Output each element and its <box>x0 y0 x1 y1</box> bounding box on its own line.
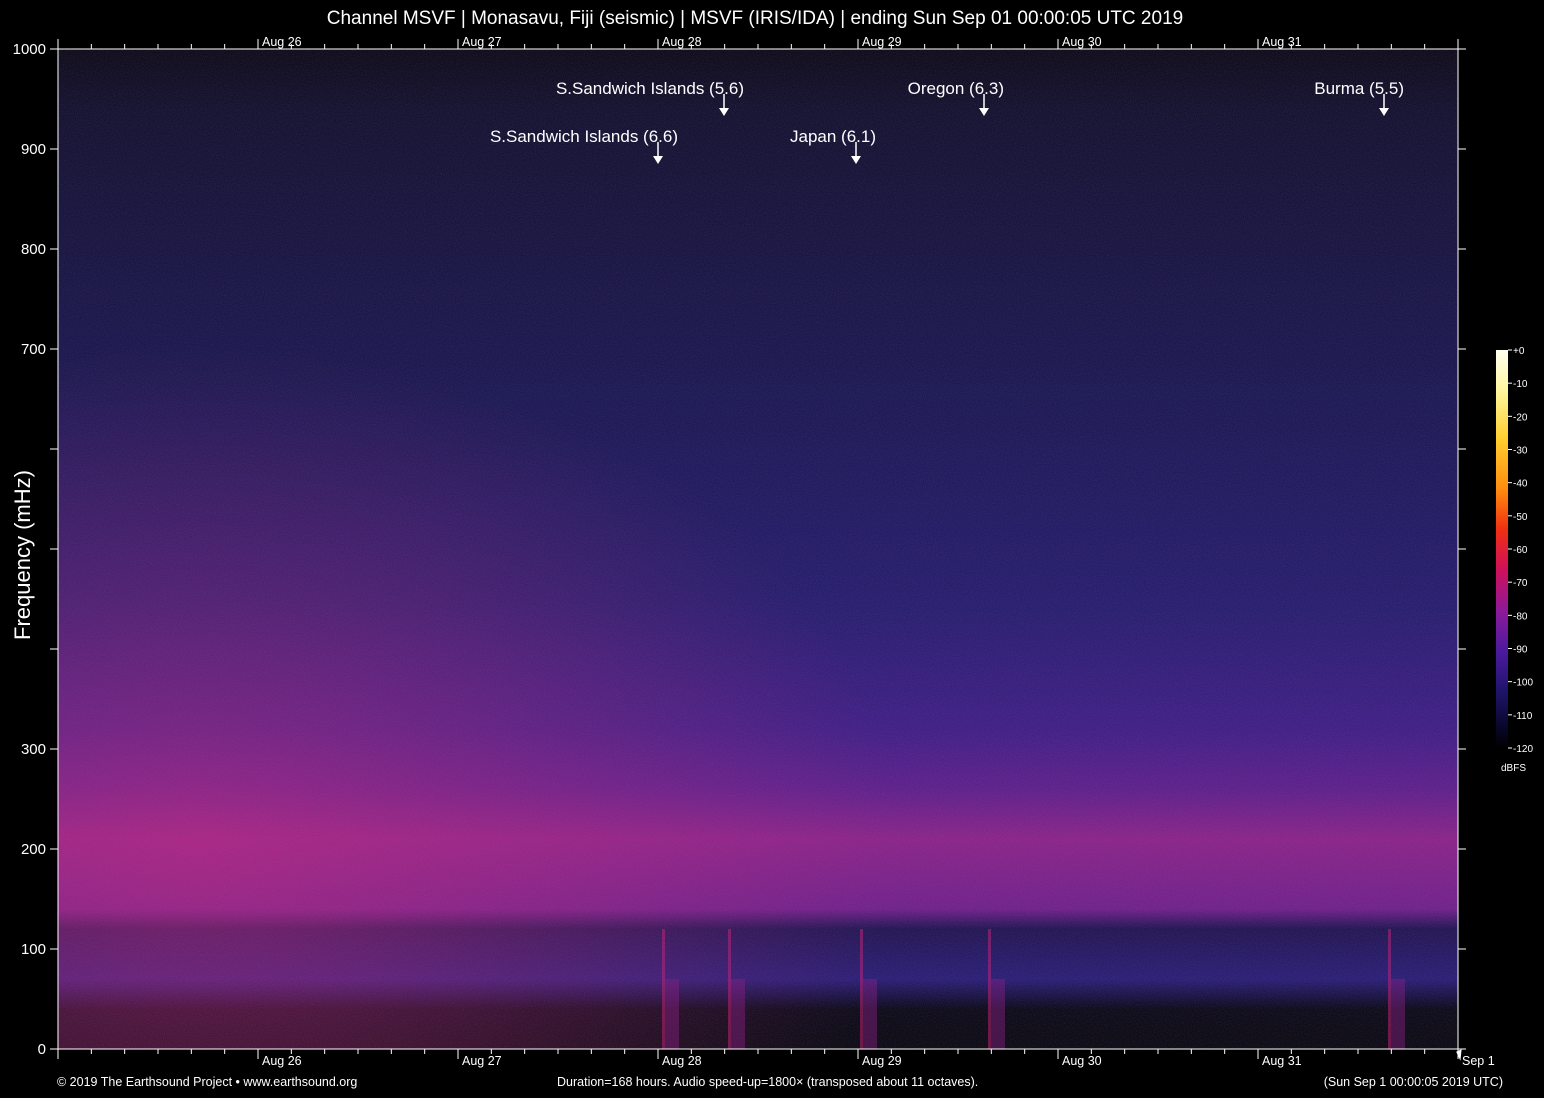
colorbar-tick-label: -60 <box>1513 545 1528 556</box>
x-tick-label-top: Aug 31 <box>1262 35 1302 49</box>
colorbar-tick-label: -50 <box>1513 512 1528 523</box>
colorbar-tick-label: -70 <box>1513 578 1528 589</box>
footer-duration: Duration=168 hours. Audio speed-up=1800×… <box>557 1075 979 1089</box>
colorbar-tick-label: -30 <box>1513 446 1528 457</box>
y-tick-label: 900 <box>21 141 46 158</box>
colorbar-tick-label: -10 <box>1513 379 1528 390</box>
event-streak-tail <box>863 979 877 1049</box>
y-tick-label: 200 <box>21 841 46 858</box>
event-label: Oregon (6.3) <box>908 79 1004 98</box>
event-streak <box>1388 929 1391 1049</box>
x-tick-label-top: Aug 28 <box>662 35 702 49</box>
y-axis-label: Frequency (mHz) <box>10 470 35 640</box>
event-streak <box>988 929 991 1049</box>
x-axis-bottom: Aug 26 Aug 27 Aug 28 Aug 29 Aug 30 Aug 31 Sep … <box>57 1049 1495 1068</box>
x-tick-label-top: Aug 30 <box>1062 35 1102 49</box>
event-streak <box>860 929 863 1049</box>
event-streak <box>662 929 665 1049</box>
colorbar-tick-label: -80 <box>1513 611 1528 622</box>
colorbar-tick-label: -20 <box>1513 412 1528 423</box>
event-streak <box>728 929 731 1049</box>
colorbar-tick-label: -40 <box>1513 479 1528 490</box>
event-streak-tail <box>1391 979 1405 1049</box>
x-tick-label: Aug 29 <box>862 1054 902 1068</box>
colorbar-tick-label: +0 <box>1513 346 1525 357</box>
y-tick-label: 1000 <box>13 41 46 58</box>
colorbar-unit: dBFS <box>1501 763 1526 774</box>
event-streak-tail <box>991 979 1005 1049</box>
footer-timestamp: (Sun Sep 1 00:00:05 2019 UTC) <box>1323 1075 1503 1089</box>
y-tick-label: 100 <box>21 941 46 958</box>
event-streak-tail <box>731 979 745 1049</box>
y-tick-label: 300 <box>21 741 46 758</box>
x-tick-label: Aug 26 <box>262 1054 302 1068</box>
spectrogram-plot <box>58 49 1458 1049</box>
colorbar-tick-label: -100 <box>1513 678 1533 689</box>
colorbar-ticks: +0 -10 -20 -30 -40 -50 -60 -70 -80 -90 -100 -110 -12… <box>1508 346 1533 755</box>
colorbar-tick-label: -90 <box>1513 645 1528 656</box>
y-tick-label: 700 <box>21 341 46 358</box>
x-tick-label: Aug 30 <box>1062 1054 1102 1068</box>
x-tick-label: Sep 1 <box>1462 1054 1495 1068</box>
x-tick-label-top: Aug 29 <box>862 35 902 49</box>
event-label: S.Sandwich Islands (5.6) <box>556 79 744 98</box>
x-tick-label-top: Aug 26 <box>262 35 302 49</box>
x-tick-label-top: Aug 27 <box>462 35 502 49</box>
x-tick-label: Aug 27 <box>462 1054 502 1068</box>
colorbar-tick-label: -110 <box>1513 711 1533 722</box>
footer-copyright: © 2019 The Earthsound Project • www.eart… <box>57 1075 358 1089</box>
x-axis-top: Aug 26 Aug 27 Aug 28 Aug 29 Aug 30 Aug 31 <box>57 35 1459 49</box>
x-tick-label: Aug 31 <box>1262 1054 1302 1068</box>
event-streak-tail <box>665 979 679 1049</box>
spectrogram-chart: 01002003007008009001000 Aug 26 Aug 27 Aug … <box>10 35 1533 1068</box>
event-label: S.Sandwich Islands (6.6) <box>490 127 678 146</box>
colorbar: +0 -10 -20 -30 -40 -50 -60 -70 -80 -90 -100 -110 -12… <box>1496 346 1533 774</box>
spectrogram-noise <box>58 49 1458 1049</box>
x-tick-label: Aug 28 <box>662 1054 702 1068</box>
event-label: Burma (5.5) <box>1314 79 1404 98</box>
colorbar-tick-label: -120 <box>1513 744 1533 755</box>
y-tick-label: 800 <box>21 241 46 258</box>
y-tick-label: 0 <box>38 1041 46 1058</box>
event-label: Japan (6.1) <box>790 127 876 146</box>
colorbar-scale <box>1496 350 1508 748</box>
